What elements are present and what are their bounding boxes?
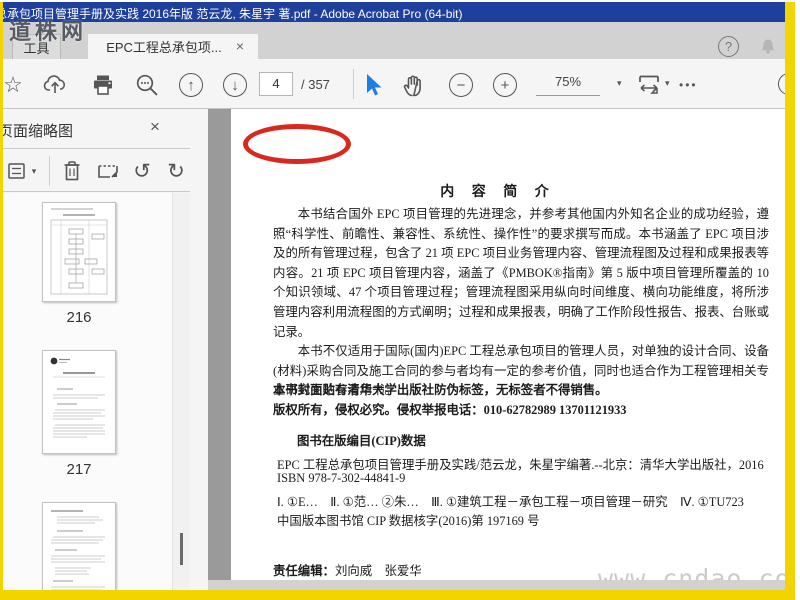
select-tool-button[interactable] bbox=[359, 71, 387, 99]
previous-page-button[interactable]: ↑ bbox=[177, 71, 205, 99]
rotate-ccw-icon: ↺ bbox=[133, 159, 151, 183]
credit-line: 责任编辑：刘向威 张爱华 bbox=[273, 561, 422, 579]
arrow-up-circle-icon: ↑ bbox=[179, 73, 203, 97]
document-view: 内 容 简 介 本书结合国外 EPC 项目管理的先进理念，并参考其他国内外知名企… bbox=[208, 109, 785, 580]
copyright-notice: 版权所有，侵权必究。侵权举报电话：010-62782989 1370112193… bbox=[273, 403, 627, 417]
intro-paragraphs: 本书结合国外 EPC 项目管理的先进理念，并参考其他国内外知名企业的成功经验，遵… bbox=[273, 205, 769, 401]
cndao-watermark: www.cndao.com bbox=[598, 564, 785, 580]
favorites-star-button[interactable]: ☆ bbox=[3, 71, 27, 99]
comment-tool-icon[interactable] bbox=[778, 73, 785, 95]
crop-pages-button[interactable] bbox=[95, 158, 121, 184]
paragraph: 本书结合国外 EPC 项目管理的先进理念，并参考其他国内外知名企业的成功经验，遵… bbox=[273, 207, 769, 339]
panel-close-icon[interactable]: × bbox=[150, 117, 160, 137]
zoom-out-button[interactable]: − bbox=[447, 71, 475, 99]
frame-left-border bbox=[0, 2, 3, 600]
pointer-cursor-icon bbox=[367, 73, 382, 95]
search-icon bbox=[136, 74, 158, 96]
zoom-dropdown-icon[interactable]: ▾ bbox=[617, 78, 622, 89]
rotate-cw-icon: ↻ bbox=[167, 159, 185, 183]
next-page-button[interactable]: ↓ bbox=[221, 71, 249, 99]
notifications-button[interactable] bbox=[758, 37, 778, 57]
scrollbar-thumb[interactable] bbox=[180, 533, 183, 565]
toolbar-separator bbox=[353, 69, 354, 99]
red-ellipse-annotation bbox=[243, 124, 351, 164]
anti-piracy-notice: 本书封面贴有清华大学出版社防伪标签，无标签者不得销售。 bbox=[273, 383, 608, 397]
minus-circle-icon: − bbox=[449, 73, 473, 97]
hand-tool-button[interactable] bbox=[401, 71, 429, 99]
text-page-thumbnail-image bbox=[51, 510, 105, 590]
zoom-in-button[interactable]: + bbox=[491, 71, 519, 99]
frame-right-border bbox=[785, 2, 795, 600]
options-dropdown-icon[interactable]: ▾ bbox=[27, 158, 41, 184]
thumbnail-scrollbar[interactable] bbox=[172, 193, 190, 590]
thumbnail-label: 216 bbox=[66, 309, 92, 326]
cip-line: Ⅰ. ①E… Ⅱ. ①范… ②朱… Ⅲ. ①建筑工程－承包工程－项目管理－研究 … bbox=[277, 495, 744, 509]
thumbnails-panel: 页面缩略图 × ▾ ↺ ↻ 216 217 bbox=[3, 109, 208, 590]
plus-circle-icon: + bbox=[493, 73, 517, 97]
options-list-icon bbox=[8, 163, 25, 179]
flowchart-thumbnail-image bbox=[50, 208, 108, 295]
more-tools-button[interactable]: ••• bbox=[679, 78, 698, 92]
arrow-down-circle-icon: ↓ bbox=[223, 73, 247, 97]
star-icon: ☆ bbox=[3, 72, 23, 97]
search-button[interactable] bbox=[133, 71, 161, 99]
cloud-upload-icon bbox=[43, 75, 65, 93]
pdf-page: 内 容 简 介 本书结合国外 EPC 项目管理的先进理念，并参考其他国内外知名企… bbox=[231, 109, 785, 580]
main-toolbar: ☆ ↑ ↓ 4 / 357 − + 75% ▾ ▾ ••• bbox=[3, 59, 785, 164]
cip-line: ISBN 978-7-302-44841-9 bbox=[277, 471, 406, 485]
help-icon: ? bbox=[718, 36, 739, 57]
frame-bottom-border bbox=[0, 590, 795, 600]
rotate-right-button[interactable]: ↻ bbox=[163, 158, 189, 184]
cip-line: 中国版本图书馆 CIP 数据核字(2016)第 197169 号 bbox=[277, 514, 540, 528]
page-number-input[interactable]: 4 bbox=[259, 72, 293, 96]
tab-close-icon[interactable]: × bbox=[236, 38, 244, 54]
acrobat-window: 总承包项目管理手册及实践 2016年版 范云龙, 朱星宇 著.pdf - Ado… bbox=[3, 2, 785, 590]
crop-page-icon bbox=[98, 165, 118, 178]
tab-document[interactable]: EPC工程总承包项... × bbox=[88, 34, 258, 59]
cip-heading: 图书在版编目(CIP)数据 bbox=[297, 434, 426, 448]
panel-header: 页面缩略图 × bbox=[3, 109, 190, 149]
thumbnail-label: 217 bbox=[66, 461, 92, 478]
panel-toolbar: ▾ ↺ ↻ bbox=[3, 150, 190, 192]
share-button[interactable] bbox=[41, 71, 69, 99]
page-heading: 内 容 简 介 bbox=[440, 185, 556, 200]
delete-page-button[interactable] bbox=[59, 158, 85, 184]
print-button[interactable] bbox=[89, 71, 117, 99]
fit-width-button[interactable] bbox=[635, 71, 663, 99]
thumbnail-page-218[interactable] bbox=[42, 502, 116, 590]
panel-separator bbox=[49, 156, 50, 186]
page-count-label: / 357 bbox=[301, 77, 330, 92]
help-button[interactable]: ? bbox=[718, 36, 739, 57]
printer-icon bbox=[94, 75, 112, 95]
text-page-thumbnail-image bbox=[50, 357, 105, 438]
zoom-level-value[interactable]: 75% bbox=[536, 74, 600, 96]
credit-label: 责任编辑： bbox=[273, 564, 335, 578]
thumbnail-list: 216 217 bbox=[3, 193, 190, 590]
thumbnail-page-217[interactable] bbox=[42, 350, 116, 454]
tab-bar: 工具 EPC工程总承包项... × ? bbox=[3, 22, 785, 59]
bell-icon bbox=[761, 39, 775, 54]
screenshot-frame: 总承包项目管理手册及实践 2016年版 范云龙, 朱星宇 著.pdf - Ado… bbox=[0, 0, 800, 600]
credit-line: 封面设计：文 静 bbox=[273, 578, 372, 580]
tab-document-label: EPC工程总承包项... bbox=[106, 40, 222, 55]
site-watermark: 道株网 bbox=[9, 19, 88, 44]
title-bar: 总承包项目管理手册及实践 2016年版 范云龙, 朱星宇 著.pdf - Ado… bbox=[3, 2, 785, 22]
hand-icon bbox=[403, 75, 421, 96]
trash-icon bbox=[64, 161, 80, 181]
thumbnail-page-216[interactable] bbox=[42, 202, 116, 302]
credit-value: 刘向威 张爱华 bbox=[334, 564, 422, 578]
rotate-left-button[interactable]: ↺ bbox=[129, 158, 155, 184]
fit-width-icon bbox=[639, 75, 659, 94]
panel-title: 页面缩略图 bbox=[3, 123, 74, 140]
fit-dropdown-icon[interactable]: ▾ bbox=[665, 78, 670, 89]
